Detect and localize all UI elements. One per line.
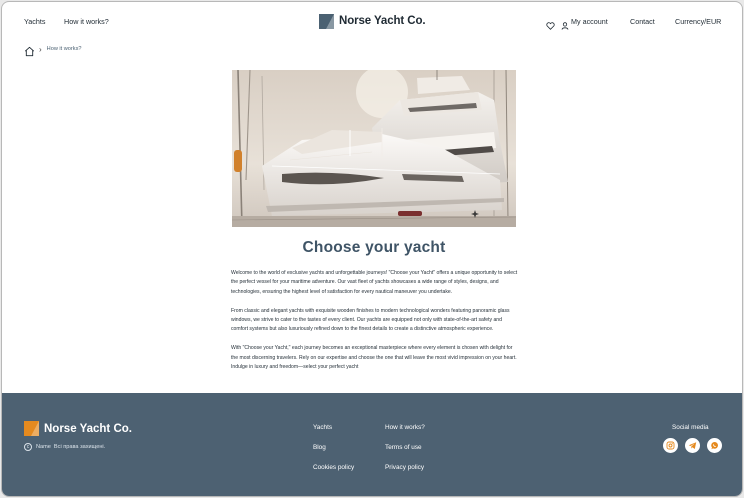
breadcrumb-current[interactable]: How it works? [47, 46, 82, 52]
article-paragraph: With "Choose your Yacht," each journey b… [231, 345, 517, 371]
copyright-icon: c [24, 443, 32, 451]
user-icon [561, 17, 569, 30]
footer-link-blog[interactable]: Blog [313, 444, 326, 451]
footer-link-yachts[interactable]: Yachts [313, 424, 332, 431]
footer-brand-logo[interactable]: Norse Yacht Co. [24, 421, 132, 436]
instagram-icon[interactable] [663, 438, 678, 453]
article-body: Welcome to the world of exclusive yachts… [231, 269, 519, 393]
sail-logo-icon [24, 421, 39, 436]
site-header: Yachts How it works? Norse Yacht Co. My … [2, 2, 742, 40]
chevron-right-icon: › [39, 44, 42, 54]
contact-link[interactable]: Contact [630, 17, 655, 26]
nav-yachts[interactable]: Yachts [24, 17, 45, 26]
copyright-name: Name [36, 444, 51, 450]
whatsapp-icon[interactable] [707, 438, 722, 453]
article-paragraph: Welcome to the world of exclusive yachts… [231, 270, 518, 295]
my-account-link[interactable]: My account [571, 17, 608, 26]
footer-brand-name: Norse Yacht Co. [44, 422, 132, 435]
brand-name: Norse Yacht Co. [339, 15, 426, 27]
sail-logo-icon [319, 13, 334, 29]
footer-link-terms[interactable]: Terms of use [385, 444, 422, 451]
social-media-label: Social media [672, 424, 709, 431]
brand-logo[interactable]: Norse Yacht Co. [319, 13, 426, 29]
nav-how-it-works[interactable]: How it works? [64, 17, 109, 26]
footer-link-cookies[interactable]: Cookies policy [313, 464, 354, 471]
browser-frame: Yachts How it works? Norse Yacht Co. My … [1, 1, 743, 497]
breadcrumb: › How it works? [24, 43, 82, 56]
footer-link-how-it-works[interactable]: How it works? [385, 424, 425, 431]
copyright: c Name Всі права захищені. [24, 443, 105, 451]
site-footer: Norse Yacht Co. c Name Всі права захищен… [2, 393, 742, 496]
currency-selector[interactable]: Currency/EUR [675, 17, 721, 26]
copyright-text: Всі права захищені. [53, 444, 106, 450]
article-paragraph: From classic and elegant yachts with exq… [231, 307, 510, 333]
heart-icon[interactable] [546, 17, 555, 30]
hero-yacht-image [232, 70, 516, 227]
home-icon[interactable] [24, 44, 35, 56]
page-title: Choose your yacht [302, 239, 446, 256]
telegram-icon[interactable] [685, 438, 700, 453]
footer-link-privacy[interactable]: Privacy policy [385, 464, 424, 471]
